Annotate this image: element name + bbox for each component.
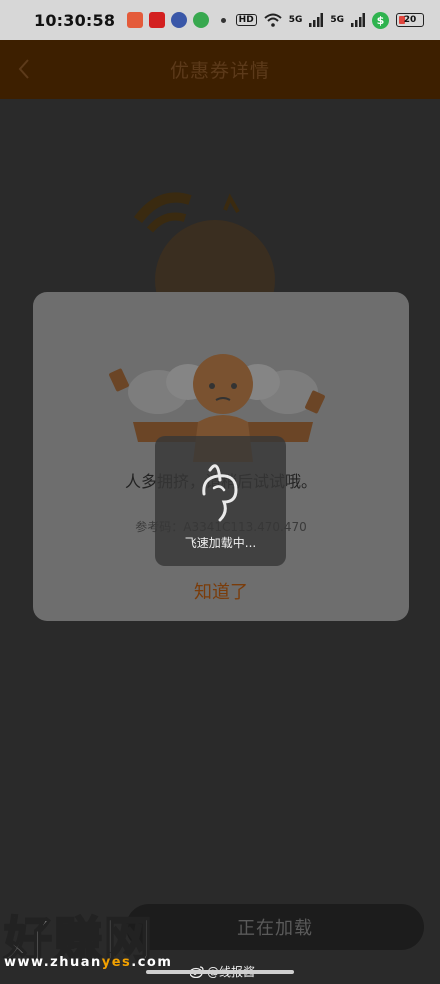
watermark-url: www.zhuanyes.com (4, 955, 172, 970)
battery-icon: 20 (396, 13, 424, 27)
game-notification-icon (193, 12, 210, 28)
signal-1-label: 5G (288, 15, 303, 25)
background-illustration (133, 192, 275, 300)
loading-button-label: 正在加载 (237, 918, 313, 938)
chevron-left-icon[interactable] (14, 56, 36, 82)
notification-icons (127, 12, 227, 28)
status-bar: 10:30:58 HD 5G 5G $ 20 (0, 0, 440, 40)
watermark-url-prefix: www.zhuan (4, 955, 102, 970)
wifi-icon (264, 13, 282, 27)
status-time: 10:30:58 (34, 10, 116, 30)
hd-voice-icon: HD (235, 14, 257, 26)
loading-spinner-icon (202, 464, 238, 522)
signal-bars-2-icon (351, 13, 365, 27)
signal-2-label: 5G (330, 15, 344, 25)
watermark-url-highlight: yes (101, 955, 132, 970)
battery-level: 20 (403, 15, 417, 25)
watermark-url-suffix: .com (131, 955, 173, 970)
home-indicator[interactable] (146, 970, 294, 974)
app-notification-icon (127, 12, 144, 28)
more-notifications-dot-icon (221, 17, 227, 23)
loading-text: 飞速加载中... (184, 536, 257, 550)
browser-notification-icon (171, 12, 188, 28)
system-icons: HD 5G 5G $ 20 (235, 11, 424, 29)
loading-toast: 飞速加载中... (155, 436, 286, 566)
page-title: 优惠券详情 (169, 60, 270, 82)
got-it-button[interactable]: 知道了 (33, 578, 409, 604)
signal-bars-1-icon (309, 13, 324, 27)
watermark-logo: 好赚网 (3, 900, 190, 969)
page-header: 优惠券详情 (0, 40, 440, 99)
tmall-notification-icon (149, 12, 166, 28)
money-icon: $ (372, 11, 389, 29)
